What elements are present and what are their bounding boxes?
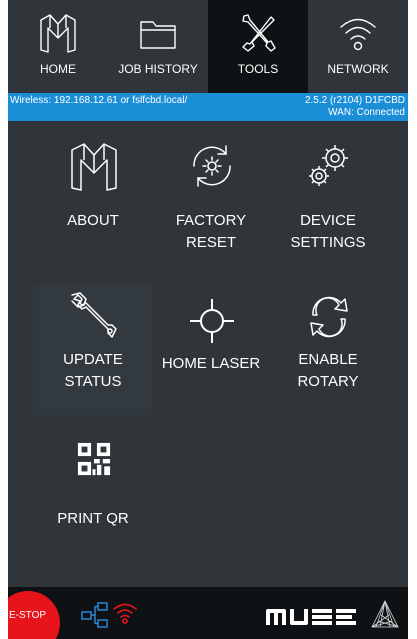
- tool-print-qr-label: PRINT QR: [57, 510, 129, 527]
- tools-icon: [242, 14, 276, 52]
- app-frame: HOME JOB HISTORY TOOLS NETWORK Wireless:…: [8, 0, 408, 639]
- tool-home-laser[interactable]: HOME LASER: [151, 285, 271, 415]
- tool-about[interactable]: ABOUT: [33, 140, 153, 270]
- nav-home-label: HOME: [40, 62, 76, 76]
- muse-logo-icon: [40, 14, 76, 53]
- wifi-icon: [340, 18, 376, 51]
- nav-network[interactable]: NETWORK: [308, 0, 408, 93]
- tool-enable-rotary[interactable]: ENABLE ROTARY: [268, 285, 388, 415]
- nav-network-label: NETWORK: [327, 62, 389, 76]
- nav-job-history-label: JOB HISTORY: [118, 62, 198, 76]
- folder-icon: [140, 21, 176, 49]
- tool-device-settings[interactable]: DEVICE SETTINGS: [268, 140, 388, 270]
- tool-enable-rotary-label-1: ENABLE: [298, 351, 358, 368]
- nav-home[interactable]: HOME: [8, 0, 108, 93]
- status-bar: Wireless: 192.168.12.61 or fslfcbd.local…: [8, 93, 408, 121]
- tool-factory-reset[interactable]: FACTORY RESET: [151, 140, 271, 270]
- tool-enable-rotary-label-2: ROTARY: [297, 373, 359, 390]
- network-connection-icon: [81, 602, 108, 628]
- estop-label: E-STOP: [9, 610, 47, 621]
- bottom-bar: E-STOP: [8, 587, 408, 639]
- tool-device-settings-label-1: DEVICE: [300, 212, 356, 229]
- brand-mark-icon: [371, 600, 399, 628]
- estop-button[interactable]: E-STOP: [8, 591, 60, 639]
- nav-tools[interactable]: TOOLS: [208, 0, 308, 93]
- nav-job-history[interactable]: JOB HISTORY: [108, 0, 208, 93]
- rotary-icon: [310, 296, 348, 338]
- nav-tools-label: TOOLS: [237, 62, 279, 76]
- muse-wordmark: [266, 609, 356, 625]
- qr-code-icon: [77, 442, 111, 476]
- factory-reset-icon: [193, 145, 231, 187]
- wan-status: WAN: Connected: [328, 107, 405, 118]
- tool-device-settings-label-2: SETTINGS: [290, 234, 366, 251]
- tool-update-status[interactable]: UPDATE STATUS: [33, 285, 153, 415]
- firmware-version: 2.5.2 (r2104) D1FCBD: [304, 95, 405, 106]
- wifi-status-icon: [113, 603, 137, 624]
- crosshair-icon: [190, 299, 234, 343]
- wireless-address: Wireless: 192.168.12.61 or fslfcbd.local…: [10, 95, 188, 106]
- top-nav: HOME JOB HISTORY TOOLS NETWORK: [8, 0, 408, 93]
- muse-logo-icon: [71, 143, 117, 191]
- tool-print-qr[interactable]: PRINT QR: [33, 440, 153, 570]
- gears-icon: [309, 145, 348, 186]
- wrench-icon: [71, 292, 117, 338]
